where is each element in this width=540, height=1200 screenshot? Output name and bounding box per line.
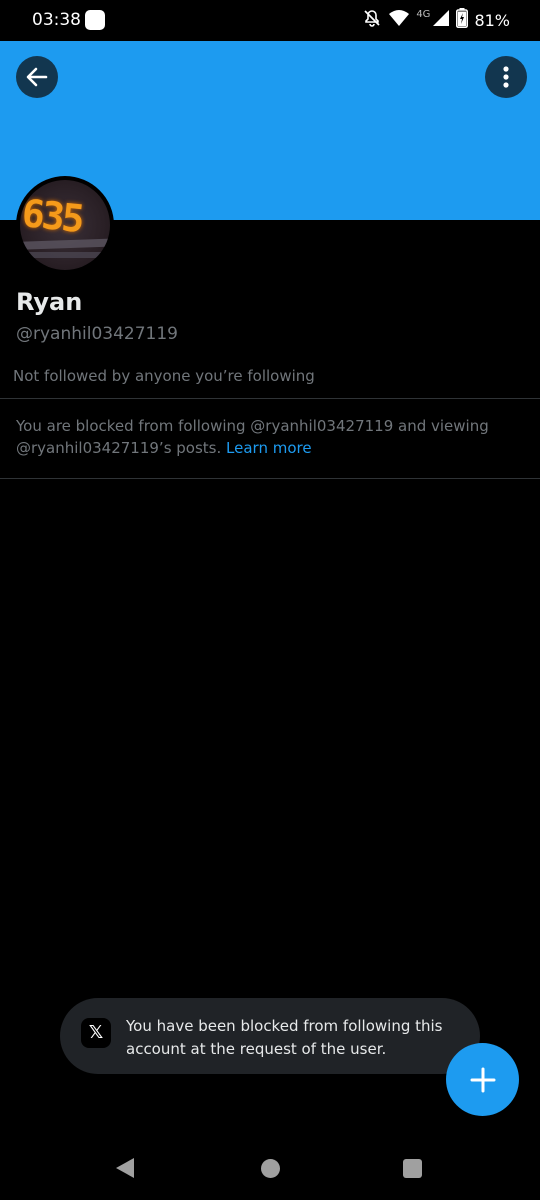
plus-icon — [470, 1067, 495, 1092]
avatar-digits: 635 — [20, 191, 84, 241]
avatar-detail — [20, 238, 110, 250]
divider — [0, 478, 540, 479]
status-bar: 03:38 4G 81% — [0, 0, 540, 41]
wifi-icon — [388, 9, 410, 31]
blocked-notice: You are blocked from following @ryanhil0… — [16, 415, 496, 459]
cell-signal-icon — [432, 9, 450, 31]
back-triangle-icon[interactable] — [116, 1158, 134, 1178]
back-button[interactable] — [16, 56, 58, 98]
system-nav-bar — [0, 1136, 540, 1200]
compose-button[interactable] — [446, 1043, 519, 1116]
followed-by-text: Not followed by anyone you’re following — [13, 367, 315, 385]
vertical-ellipsis-icon — [503, 66, 509, 88]
avatar-image: 635 — [20, 180, 110, 270]
avatar[interactable]: 635 — [16, 176, 114, 274]
x-logo-icon: 𝕏 — [81, 1018, 111, 1048]
toast-notification: 𝕏 You have been blocked from following t… — [60, 998, 480, 1074]
more-options-button[interactable] — [485, 56, 527, 98]
divider — [0, 398, 540, 399]
profile-name: Ryan — [16, 288, 83, 316]
network-type: 4G — [416, 8, 431, 20]
home-circle-icon[interactable] — [261, 1159, 280, 1178]
profile-handle: @ryanhil03427119 — [16, 324, 178, 344]
avatar-detail — [20, 252, 110, 258]
status-icons: 4G 81% — [362, 8, 510, 32]
toast-message: You have been blocked from following thi… — [126, 1017, 443, 1058]
notification-icon — [85, 10, 105, 30]
notifications-off-icon — [362, 8, 382, 32]
battery-percentage: 81% — [474, 10, 510, 30]
battery-charging-icon — [456, 8, 469, 32]
learn-more-link[interactable]: Learn more — [226, 439, 312, 457]
arrow-left-icon — [26, 67, 48, 87]
recents-square-icon[interactable] — [403, 1159, 422, 1178]
status-time: 03:38 — [32, 10, 81, 30]
